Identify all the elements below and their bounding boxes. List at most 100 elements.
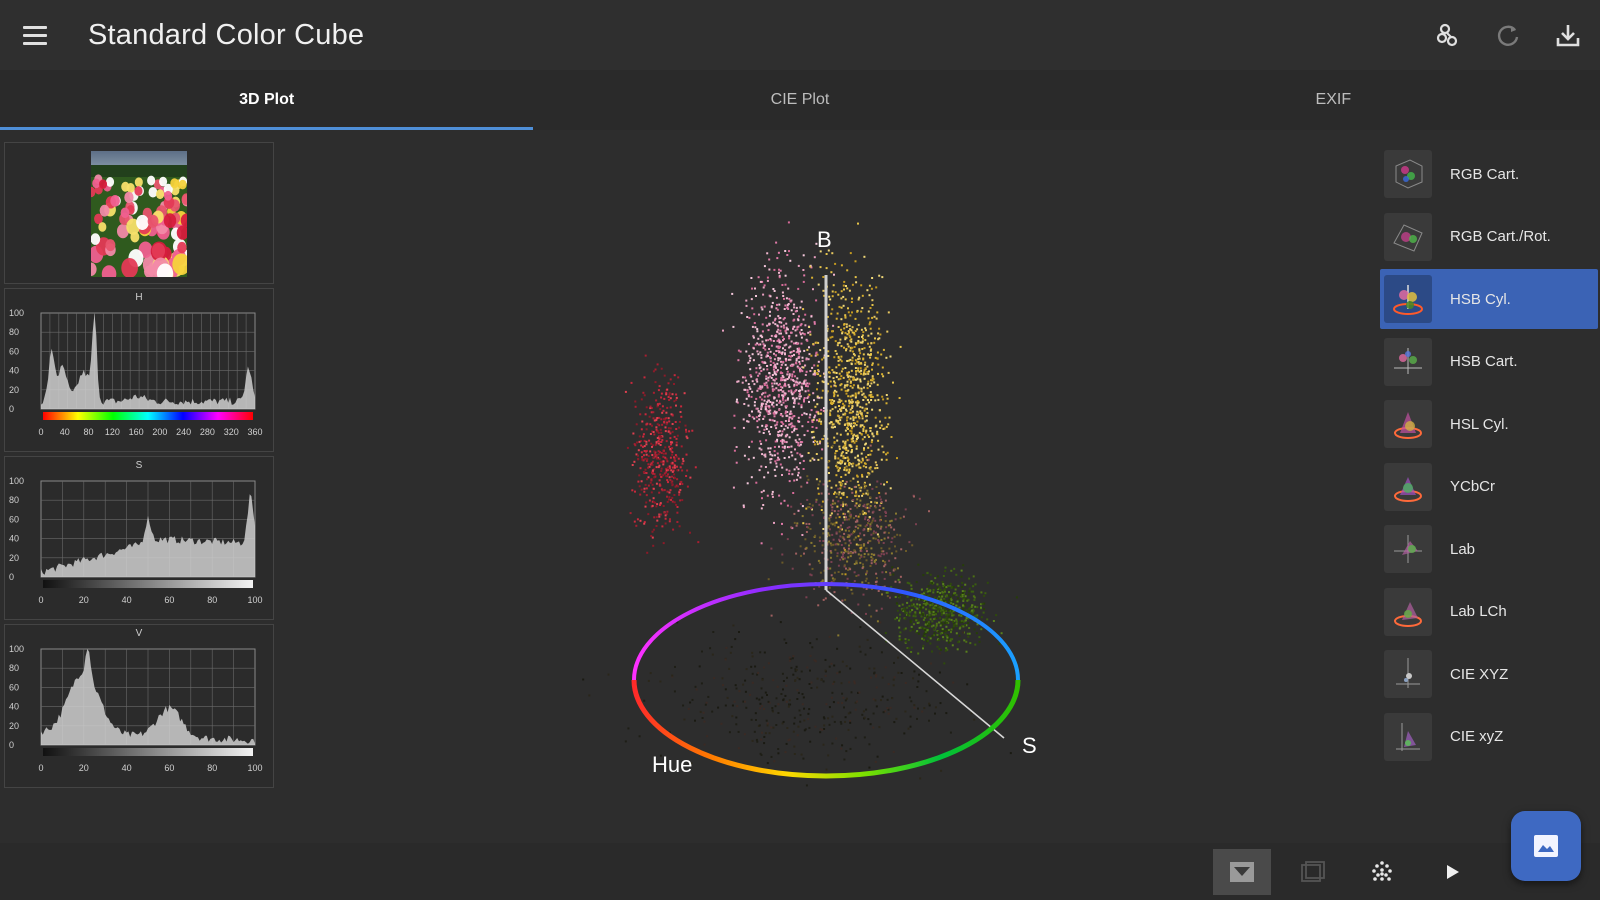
color-space-ycbcr[interactable]: YCbCr — [1380, 457, 1598, 517]
color-space-label: CIE XYZ — [1450, 665, 1509, 683]
lab-icon — [1384, 525, 1432, 573]
value-histogram-card: V 100 80 60 40 20 0 0 20 40 60 80 100 — [4, 624, 274, 788]
color-space-label: YCbCr — [1450, 478, 1496, 495]
x-tick-label: 0 — [38, 427, 43, 437]
left-panel: H 100 80 60 40 20 0 0 40 80 120 160 200 240 280 320 360… — [4, 142, 276, 788]
y-tick-label: 40 — [9, 366, 19, 376]
hue-histogram-title: H — [135, 292, 143, 303]
color-space-hsb-cart[interactable]: HSB Cart. — [1380, 332, 1598, 392]
rgb-cube-icon — [1384, 150, 1432, 198]
ycbcr-icon — [1384, 462, 1432, 511]
color-space-label: Lab LCh — [1450, 603, 1507, 620]
saturation-histogram-title: S — [135, 460, 143, 471]
y-tick-label: 80 — [9, 495, 19, 505]
x-tick-label: 0 — [38, 595, 43, 605]
value-histogram: 100 80 60 40 20 0 0 20 40 60 80 100 — [9, 644, 263, 773]
x-tick-label: 80 — [84, 427, 94, 437]
x-tick-label: 360 — [247, 427, 262, 437]
saturation-histogram-card: S 100 80 60 40 20 0 0 20 40 60 80 100 — [4, 456, 274, 620]
play-icon[interactable] — [1423, 849, 1481, 895]
color-space-label: HSB Cyl. — [1450, 290, 1511, 308]
tab-bar: 3D Plot CIE Plot EXIF — [0, 70, 1600, 130]
y-tick-label: 100 — [9, 644, 24, 654]
color-space-rgb-cart[interactable]: RGB Cart. — [1380, 144, 1598, 204]
app-title: Standard Color Cube — [88, 18, 365, 51]
image-thumbnail[interactable] — [91, 151, 187, 277]
color-space-hsl-cyl[interactable]: HSL Cyl. — [1380, 394, 1598, 454]
x-tick-label: 0 — [38, 763, 43, 773]
image-picker-icon[interactable] — [1511, 811, 1581, 881]
y-tick-label: 40 — [9, 702, 19, 712]
color-space-label: HSL Cyl. — [1450, 415, 1509, 433]
x-tick-label: 60 — [164, 763, 174, 773]
lab-lch-icon — [1384, 587, 1432, 636]
hsb-cartesian-icon — [1384, 337, 1432, 386]
value-histogram-title: V — [135, 628, 143, 639]
app-bar: Standard Color Cube — [0, 0, 1600, 70]
color-space-hsb-cyl[interactable]: HSB Cyl. — [1380, 269, 1598, 329]
refresh-icon[interactable] — [1490, 17, 1526, 53]
image-thumbnail-card — [4, 142, 274, 284]
color-space-label: Lab — [1450, 540, 1476, 558]
color-space-label: HSB Cart. — [1450, 353, 1518, 370]
x-tick-label: 100 — [247, 763, 262, 773]
y-tick-label: 60 — [9, 682, 19, 692]
x-tick-label: 20 — [79, 763, 89, 773]
hue-histogram-card: H 100 80 60 40 20 0 0 40 80 120 160 200 240 280 320 360 — [4, 288, 274, 452]
x-tick-label: 280 — [200, 427, 215, 437]
color-space-cie-xyz-chromaticity[interactable]: CIE xyZ — [1380, 707, 1598, 767]
y-tick-label: 40 — [9, 534, 19, 544]
y-tick-label: 20 — [9, 721, 19, 731]
color-space-label: RGB Cart. — [1450, 165, 1520, 183]
x-tick-label: 80 — [207, 595, 217, 605]
y-tick-label: 80 — [9, 327, 19, 337]
palette-icon[interactable] — [1430, 17, 1466, 53]
y-tick-label: 100 — [9, 308, 24, 318]
layers-icon[interactable] — [1283, 849, 1341, 895]
x-tick-label: 40 — [122, 763, 132, 773]
x-tick-label: 100 — [247, 595, 262, 605]
hue-histogram: 1008060402000 40 80 120 160 200 240 280 320 360 — [9, 308, 263, 437]
x-tick-label: 160 — [129, 427, 144, 437]
y-tick-label: 0 — [9, 404, 14, 414]
color-space-label: CIE xyZ — [1450, 728, 1504, 745]
y-tick-label: 80 — [9, 663, 19, 673]
color-space-lab[interactable]: Lab — [1380, 519, 1598, 579]
x-tick-label: 320 — [224, 427, 239, 437]
hsb-cylinder-icon — [1384, 275, 1432, 323]
rgb-rotated-cube-icon — [1384, 212, 1432, 261]
cie-xyz-chromaticity-icon — [1384, 712, 1432, 761]
y-tick-label: 0 — [9, 572, 14, 582]
tab-cie-plot[interactable]: CIE Plot — [533, 70, 1066, 130]
menu-icon[interactable] — [17, 17, 53, 53]
hsb-cylinder-plot[interactable]: B S Hue — [290, 140, 1370, 830]
y-tick-label: 60 — [9, 346, 19, 356]
x-tick-label: 60 — [164, 595, 174, 605]
cie-xyz-icon — [1384, 650, 1432, 698]
x-tick-label: 200 — [152, 427, 167, 437]
color-space-list: RGB Cart. RGB Cart./Rot. HSB Cyl. HSB Ca… — [1380, 144, 1598, 769]
y-tick-label: 0 — [9, 740, 14, 750]
tab-exif[interactable]: EXIF — [1067, 70, 1600, 130]
x-tick-label: 80 — [207, 763, 217, 773]
y-tick-label: 20 — [9, 553, 19, 563]
color-space-label: RGB Cart./Rot. — [1450, 228, 1551, 245]
s-axis-label: S — [1022, 733, 1037, 758]
tulip-photo — [91, 151, 187, 277]
x-tick-label: 240 — [176, 427, 191, 437]
color-space-rgb-cart-rot[interactable]: RGB Cart./Rot. — [1380, 207, 1598, 267]
color-space-lab-lch[interactable]: Lab LCh — [1380, 582, 1598, 642]
scatter-icon[interactable] — [1353, 849, 1411, 895]
bottom-toolbar — [0, 843, 1600, 900]
download-icon[interactable] — [1550, 17, 1586, 53]
x-tick-label: 120 — [105, 427, 120, 437]
y-tick-label: 20 — [9, 385, 19, 395]
x-tick-label: 40 — [122, 595, 132, 605]
image-view-icon[interactable] — [1213, 849, 1271, 895]
x-tick-label: 40 — [60, 427, 70, 437]
tab-3d-plot[interactable]: 3D Plot — [0, 70, 534, 130]
appbar-actions — [1430, 17, 1586, 53]
y-tick-label: 60 — [9, 514, 19, 524]
color-space-cie-xyz[interactable]: CIE XYZ — [1380, 644, 1598, 704]
hue-axis-label: Hue — [652, 752, 693, 777]
